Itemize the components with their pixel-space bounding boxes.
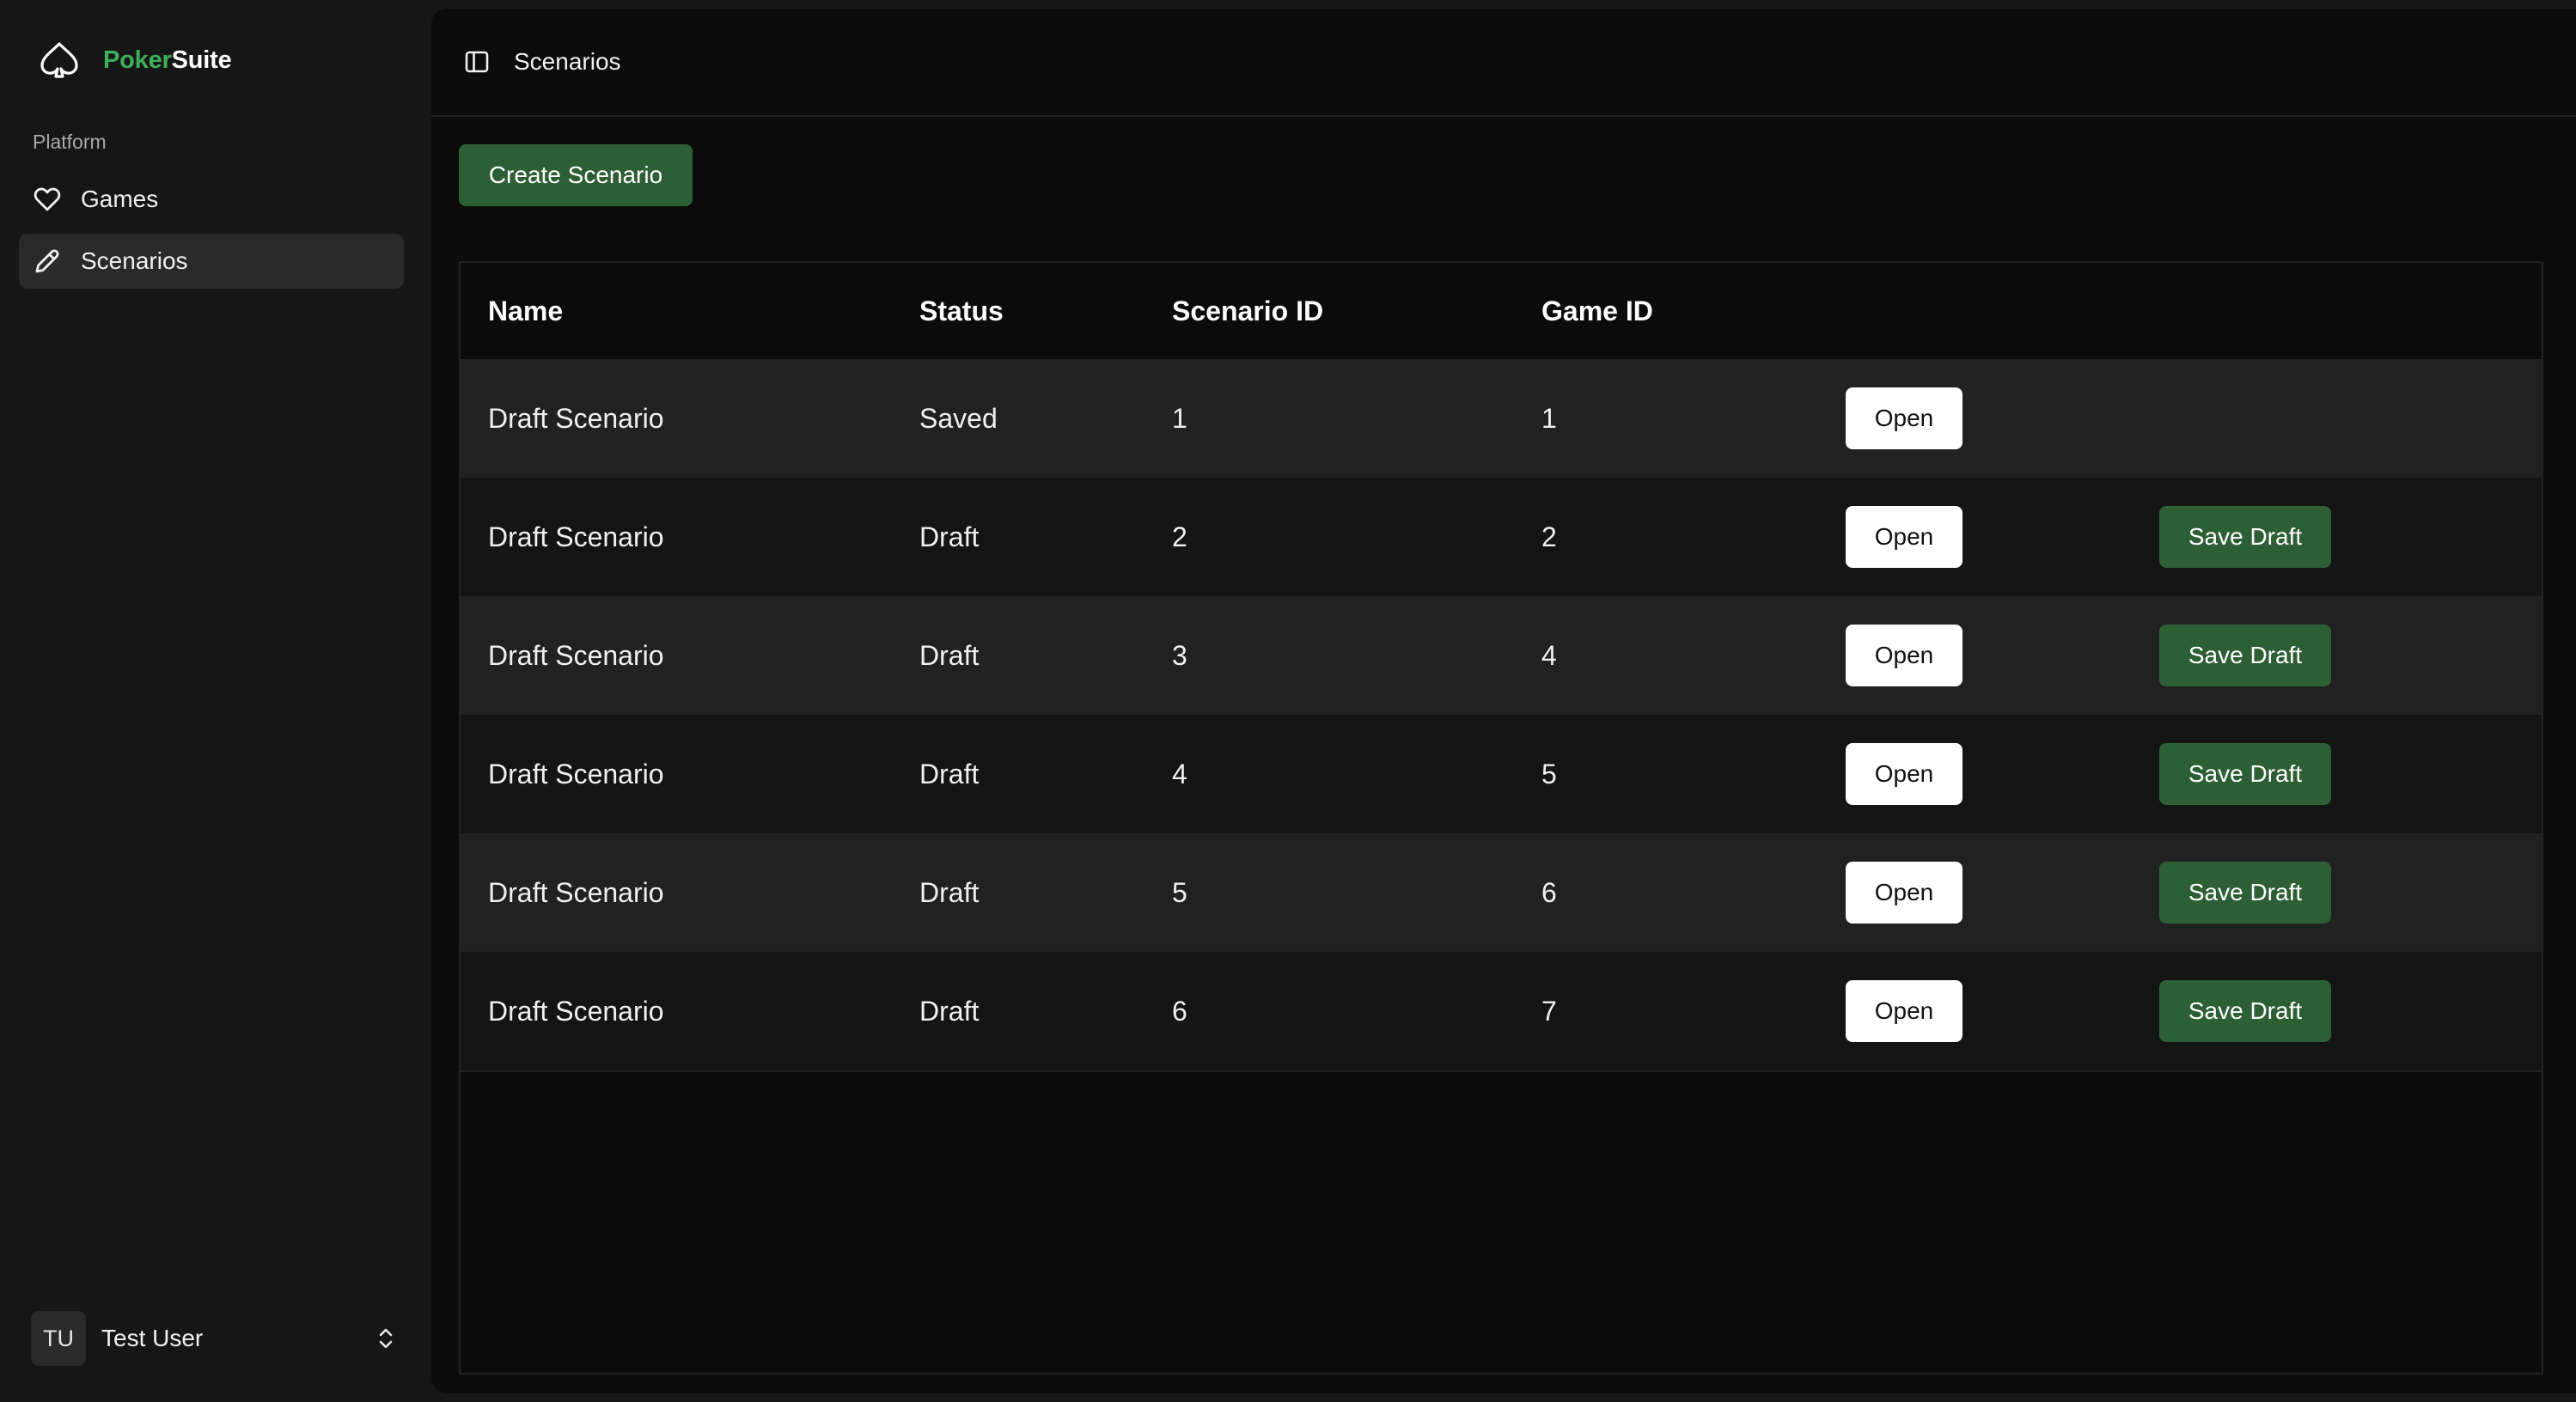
brand-name-poker: Poker: [103, 46, 172, 74]
spade-outline-icon: [34, 37, 84, 83]
cell-name: Draft Scenario: [488, 402, 664, 434]
table-header: Name Status Scenario ID Game ID: [461, 263, 2542, 359]
cell-status: Draft: [919, 639, 980, 671]
column-header-scenario-id[interactable]: Scenario ID: [1172, 263, 1323, 359]
open-button[interactable]: Open: [1846, 506, 1963, 568]
open-button[interactable]: Open: [1846, 743, 1963, 805]
user-name: Test User: [101, 1325, 204, 1351]
cell-scenario-id: 2: [1172, 521, 1187, 552]
cell-game-id: 6: [1541, 876, 1557, 908]
user-menu[interactable]: TU Test User: [31, 1311, 400, 1366]
open-button[interactable]: Open: [1846, 980, 1963, 1042]
sidebar-item-label: Games: [81, 186, 159, 212]
topbar: Scenarios: [431, 9, 2576, 117]
column-header-game-id[interactable]: Game ID: [1541, 263, 1653, 359]
open-button[interactable]: Open: [1846, 387, 1963, 449]
main-panel: Scenarios Create Scenario Name Status Sc…: [431, 9, 2576, 1393]
table-row: Draft Scenario Saved 1 1 Open: [461, 359, 2542, 478]
save-draft-button[interactable]: Save Draft: [2159, 862, 2331, 923]
open-button[interactable]: Open: [1846, 625, 1963, 686]
cell-game-id: 1: [1541, 402, 1557, 434]
table-row: Draft Scenario Draft 3 4 Open Save Draft: [461, 596, 2542, 715]
save-draft-button[interactable]: Save Draft: [2159, 625, 2331, 686]
scenarios-table: Name Status Scenario ID Game ID Draft Sc…: [459, 261, 2543, 1375]
table-row: Draft Scenario Draft 2 2 Open Save Draft: [461, 478, 2542, 596]
cell-status: Draft: [919, 995, 980, 1027]
chevrons-up-down-icon: [371, 1324, 400, 1353]
page-title: Scenarios: [514, 48, 621, 75]
pencil-icon: [33, 247, 62, 276]
save-draft-button[interactable]: Save Draft: [2159, 980, 2331, 1042]
cell-name: Draft Scenario: [488, 758, 664, 789]
sidebar-toggle-icon[interactable]: [462, 47, 491, 76]
cell-scenario-id: 5: [1172, 876, 1187, 908]
column-header-name[interactable]: Name: [488, 263, 563, 359]
cell-name: Draft Scenario: [488, 995, 664, 1027]
app-root: PokerSuite Platform Games Scenarios TU T…: [0, 0, 2576, 1402]
table-bottom-divider: [461, 1070, 2542, 1072]
save-draft-button[interactable]: Save Draft: [2159, 743, 2331, 805]
cell-name: Draft Scenario: [488, 876, 664, 908]
cell-scenario-id: 1: [1172, 402, 1187, 434]
cell-status: Saved: [919, 402, 998, 434]
heart-icon: [33, 185, 62, 214]
brand-name: PokerSuite: [103, 46, 232, 75]
cell-game-id: 4: [1541, 639, 1557, 671]
cell-status: Draft: [919, 876, 980, 908]
open-button[interactable]: Open: [1846, 862, 1963, 923]
save-draft-button[interactable]: Save Draft: [2159, 506, 2331, 568]
brand[interactable]: PokerSuite: [34, 38, 232, 82]
cell-game-id: 7: [1541, 995, 1557, 1027]
sidebar-item-scenarios[interactable]: Scenarios: [19, 234, 404, 289]
brand-name-suite: Suite: [171, 46, 232, 74]
sidebar-item-label: Scenarios: [81, 247, 188, 274]
sidebar: PokerSuite Platform Games Scenarios TU T…: [0, 0, 431, 1402]
table-row: Draft Scenario Draft 6 7 Open Save Draft: [461, 952, 2542, 1070]
nav-section-label: Platform: [33, 131, 107, 153]
create-scenario-button[interactable]: Create Scenario: [459, 144, 693, 206]
column-header-status[interactable]: Status: [919, 263, 1004, 359]
table-row: Draft Scenario Draft 5 6 Open Save Draft: [461, 833, 2542, 952]
cell-scenario-id: 4: [1172, 758, 1187, 789]
cell-game-id: 2: [1541, 521, 1557, 552]
cell-name: Draft Scenario: [488, 521, 664, 552]
sidebar-item-games[interactable]: Games: [19, 172, 404, 227]
table-row: Draft Scenario Draft 4 5 Open Save Draft: [461, 715, 2542, 833]
cell-scenario-id: 3: [1172, 639, 1187, 671]
cell-status: Draft: [919, 521, 980, 552]
cell-scenario-id: 6: [1172, 995, 1187, 1027]
avatar: TU: [31, 1311, 86, 1366]
cell-status: Draft: [919, 758, 980, 789]
cell-game-id: 5: [1541, 758, 1557, 789]
cell-name: Draft Scenario: [488, 639, 664, 671]
